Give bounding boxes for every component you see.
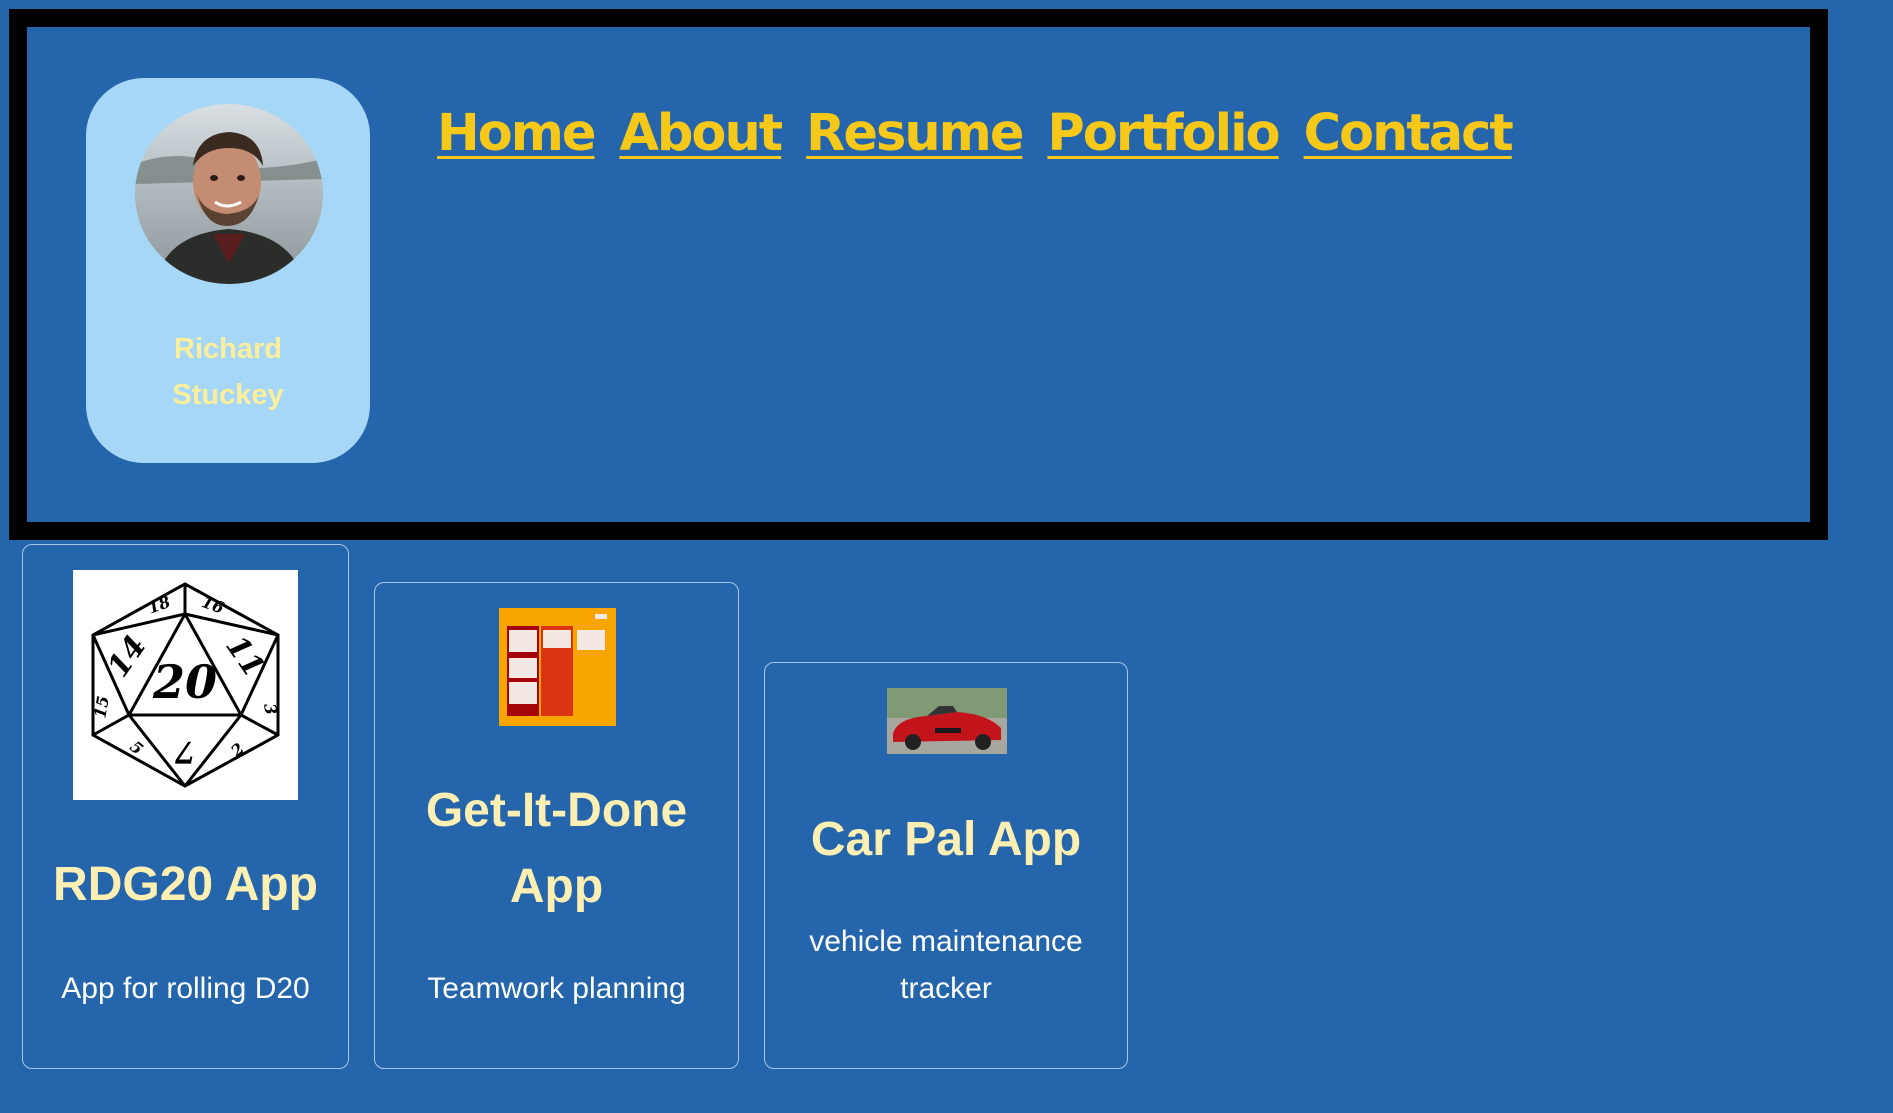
nav-link-about[interactable]: About xyxy=(619,101,783,167)
d20-face-bottom-right: 2 xyxy=(226,739,248,761)
d20-face-top-left: 18 xyxy=(145,592,172,617)
red-convertible-car-thumbnail xyxy=(887,688,1007,754)
profile-first-name: Richard xyxy=(174,333,282,365)
project-card-get-it-done[interactable]: Get-It-Done App Teamwork planning xyxy=(374,582,739,1069)
nav-link-resume[interactable]: Resume xyxy=(806,101,1024,167)
d20-face-left: 15 xyxy=(90,694,113,719)
d20-face-upper-right: 11 xyxy=(218,629,271,683)
project-description: vehicle maintenance tracker xyxy=(809,925,1083,1005)
project-title: RDG20 App xyxy=(53,858,318,911)
project-description: Teamwork planning xyxy=(427,972,686,1005)
site-header: Richard Stuckey Home About Resume Portfo… xyxy=(9,9,1828,540)
profile-name: Richard Stuckey xyxy=(86,326,370,418)
nav-link-portfolio[interactable]: Portfolio xyxy=(1047,101,1280,167)
profile-photo-image xyxy=(135,104,323,284)
d20-face-center: 20 xyxy=(152,655,217,709)
nav-link-home[interactable]: Home xyxy=(437,101,596,167)
page: Richard Stuckey Home About Resume Portfo… xyxy=(0,0,1893,1113)
profile-card: Richard Stuckey xyxy=(86,78,370,463)
project-card-car-pal[interactable]: Car Pal App vehicle maintenance tracker xyxy=(764,662,1128,1069)
profile-last-name: Stuckey xyxy=(172,379,284,411)
project-card-rdg20[interactable]: 20 14 11 7 18 16 15 3 5 2 RDG20 App App … xyxy=(22,544,349,1069)
project-title: Get-It-Done App xyxy=(425,784,688,913)
d20-face-top-right: 16 xyxy=(199,592,226,617)
d20-die-icon: 20 14 11 7 18 16 15 3 5 2 xyxy=(73,570,298,800)
profile-avatar xyxy=(135,104,323,284)
nav-link-contact[interactable]: Contact xyxy=(1304,101,1514,167)
d20-face-bottom: 7 xyxy=(174,734,195,769)
project-description: App for rolling D20 xyxy=(61,972,310,1005)
project-title: Car Pal App xyxy=(810,813,1082,866)
main-nav: Home About Resume Portfolio Contact xyxy=(437,101,1514,167)
kanban-board-thumbnail xyxy=(499,608,616,726)
d20-face-upper-left: 14 xyxy=(101,629,154,683)
